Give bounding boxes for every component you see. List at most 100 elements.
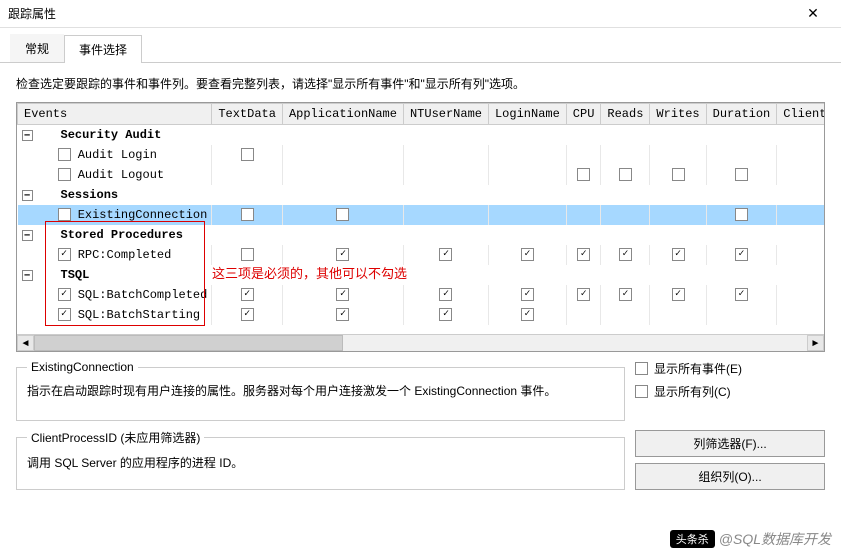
column-header[interactable]: CPU [566,104,601,125]
column-cell[interactable] [777,205,825,225]
column-cell[interactable] [403,305,488,325]
column-filter-button[interactable]: 列筛选器(F)... [635,430,825,457]
column-cell[interactable] [488,285,566,305]
organize-columns-button[interactable]: 组织列(O)... [635,463,825,490]
event-name-cell[interactable]: SQL:BatchCompleted [18,285,212,305]
column-cell[interactable] [706,305,777,325]
checkbox-icon[interactable] [635,385,648,398]
group-row[interactable]: −Security Audit [18,125,826,145]
column-cell[interactable] [488,305,566,325]
show-all-columns-checkbox[interactable]: 显示所有列(C) [635,383,825,400]
cell-checkbox[interactable] [241,288,254,301]
column-cell[interactable] [777,165,825,185]
column-cell[interactable] [777,245,825,265]
column-cell[interactable] [212,165,283,185]
event-row[interactable]: SQL:BatchCompleted [18,285,826,305]
cell-checkbox[interactable] [521,308,534,321]
cell-checkbox[interactable] [439,288,452,301]
column-header[interactable]: Writes [650,104,706,125]
collapse-icon[interactable]: − [22,270,33,281]
cell-checkbox[interactable] [577,248,590,261]
column-cell[interactable] [403,285,488,305]
column-cell[interactable] [212,285,283,305]
checkbox-icon[interactable] [635,362,648,375]
column-cell[interactable] [282,205,403,225]
cell-checkbox[interactable] [336,248,349,261]
column-cell[interactable] [777,145,825,165]
column-header[interactable]: Duration [706,104,777,125]
horizontal-scrollbar[interactable]: ◄ ► [17,334,824,351]
column-cell[interactable] [650,205,706,225]
show-all-events-checkbox[interactable]: 显示所有事件(E) [635,360,825,377]
column-cell[interactable] [403,205,488,225]
group-row[interactable]: −TSQL [18,265,826,285]
cell-checkbox[interactable] [521,288,534,301]
event-name-cell[interactable]: Audit Logout [18,165,212,185]
cell-checkbox[interactable] [241,208,254,221]
column-cell[interactable] [650,165,706,185]
column-cell[interactable] [282,245,403,265]
cell-checkbox[interactable] [241,148,254,161]
event-row[interactable]: Audit Login [18,145,826,165]
cell-checkbox[interactable] [619,288,632,301]
column-header[interactable]: Reads [601,104,650,125]
cell-checkbox[interactable] [619,248,632,261]
column-header[interactable]: ClientProcessID [777,104,825,125]
event-row[interactable]: SQL:BatchStarting [18,305,826,325]
column-cell[interactable] [566,285,601,305]
cell-checkbox[interactable] [672,248,685,261]
column-cell[interactable] [282,285,403,305]
column-cell[interactable] [601,165,650,185]
event-row[interactable]: ExistingConnection [18,205,826,225]
cell-checkbox[interactable] [619,168,632,181]
column-cell[interactable] [566,245,601,265]
cell-checkbox[interactable] [672,288,685,301]
cell-checkbox[interactable] [577,168,590,181]
column-cell[interactable] [650,145,706,165]
column-cell[interactable] [488,145,566,165]
column-cell[interactable] [601,305,650,325]
column-cell[interactable] [650,285,706,305]
column-cell[interactable] [212,305,283,325]
collapse-icon[interactable]: − [22,130,33,141]
column-cell[interactable] [777,285,825,305]
column-cell[interactable] [488,165,566,185]
tab-general[interactable]: 常规 [10,34,64,62]
column-cell[interactable] [212,205,283,225]
cell-checkbox[interactable] [336,288,349,301]
cell-checkbox[interactable] [241,308,254,321]
scroll-right-icon[interactable]: ► [807,335,824,351]
column-cell[interactable] [403,165,488,185]
event-name-cell[interactable]: RPC:Completed [18,245,212,265]
column-cell[interactable] [566,305,601,325]
event-name-cell[interactable]: SQL:BatchStarting [18,305,212,325]
column-header[interactable]: TextData [212,104,283,125]
event-checkbox[interactable] [58,248,71,261]
column-header[interactable]: Events [18,104,212,125]
column-cell[interactable] [601,285,650,305]
event-checkbox[interactable] [58,288,71,301]
scroll-left-icon[interactable]: ◄ [17,335,34,351]
collapse-icon[interactable]: − [22,230,33,241]
cell-checkbox[interactable] [439,308,452,321]
event-row[interactable]: RPC:Completed [18,245,826,265]
cell-checkbox[interactable] [735,248,748,261]
cell-checkbox[interactable] [439,248,452,261]
column-cell[interactable] [566,165,601,185]
column-cell[interactable] [601,245,650,265]
column-cell[interactable] [650,305,706,325]
cell-checkbox[interactable] [336,208,349,221]
cell-checkbox[interactable] [241,248,254,261]
group-row[interactable]: −Sessions [18,185,826,205]
scroll-thumb[interactable] [34,335,343,351]
event-checkbox[interactable] [58,208,71,221]
event-checkbox[interactable] [58,168,71,181]
cell-checkbox[interactable] [672,168,685,181]
event-name-cell[interactable]: Audit Login [18,145,212,165]
column-header[interactable]: LoginName [488,104,566,125]
event-checkbox[interactable] [58,148,71,161]
column-cell[interactable] [706,205,777,225]
column-cell[interactable] [282,165,403,185]
column-cell[interactable] [488,205,566,225]
collapse-icon[interactable]: − [22,190,33,201]
